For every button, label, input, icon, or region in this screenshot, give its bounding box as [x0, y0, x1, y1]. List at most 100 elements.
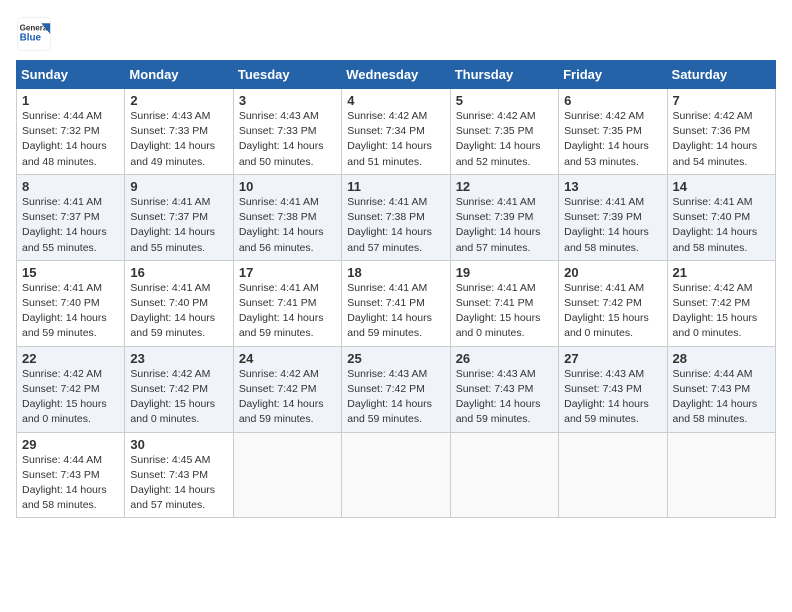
day-number: 19	[456, 265, 553, 280]
day-info: Sunrise: 4:42 AM Sunset: 7:36 PM Dayligh…	[673, 109, 770, 170]
calendar-cell: 26Sunrise: 4:43 AM Sunset: 7:43 PM Dayli…	[450, 346, 558, 432]
day-number: 21	[673, 265, 770, 280]
day-info: Sunrise: 4:43 AM Sunset: 7:33 PM Dayligh…	[130, 109, 227, 170]
calendar-cell: 15Sunrise: 4:41 AM Sunset: 7:40 PM Dayli…	[17, 260, 125, 346]
calendar-cell: 29Sunrise: 4:44 AM Sunset: 7:43 PM Dayli…	[17, 432, 125, 518]
calendar-cell: 7Sunrise: 4:42 AM Sunset: 7:36 PM Daylig…	[667, 89, 775, 175]
calendar-cell: 5Sunrise: 4:42 AM Sunset: 7:35 PM Daylig…	[450, 89, 558, 175]
day-info: Sunrise: 4:41 AM Sunset: 7:39 PM Dayligh…	[456, 195, 553, 256]
calendar-body: 1Sunrise: 4:44 AM Sunset: 7:32 PM Daylig…	[17, 89, 776, 518]
day-number: 15	[22, 265, 119, 280]
day-info: Sunrise: 4:42 AM Sunset: 7:42 PM Dayligh…	[130, 367, 227, 428]
day-number: 18	[347, 265, 444, 280]
calendar-cell: 11Sunrise: 4:41 AM Sunset: 7:38 PM Dayli…	[342, 174, 450, 260]
weekday-friday: Friday	[559, 61, 667, 89]
day-number: 3	[239, 93, 336, 108]
logo: General Blue	[16, 16, 52, 52]
weekday-thursday: Thursday	[450, 61, 558, 89]
day-number: 2	[130, 93, 227, 108]
day-info: Sunrise: 4:41 AM Sunset: 7:40 PM Dayligh…	[673, 195, 770, 256]
calendar-cell: 25Sunrise: 4:43 AM Sunset: 7:42 PM Dayli…	[342, 346, 450, 432]
calendar-week-2: 8Sunrise: 4:41 AM Sunset: 7:37 PM Daylig…	[17, 174, 776, 260]
calendar-cell: 30Sunrise: 4:45 AM Sunset: 7:43 PM Dayli…	[125, 432, 233, 518]
calendar-cell: 16Sunrise: 4:41 AM Sunset: 7:40 PM Dayli…	[125, 260, 233, 346]
day-number: 29	[22, 437, 119, 452]
day-number: 1	[22, 93, 119, 108]
day-number: 20	[564, 265, 661, 280]
weekday-saturday: Saturday	[667, 61, 775, 89]
calendar-cell	[342, 432, 450, 518]
calendar-cell	[233, 432, 341, 518]
weekday-sunday: Sunday	[17, 61, 125, 89]
day-info: Sunrise: 4:42 AM Sunset: 7:35 PM Dayligh…	[564, 109, 661, 170]
calendar-cell: 22Sunrise: 4:42 AM Sunset: 7:42 PM Dayli…	[17, 346, 125, 432]
day-info: Sunrise: 4:42 AM Sunset: 7:42 PM Dayligh…	[673, 281, 770, 342]
calendar-cell: 28Sunrise: 4:44 AM Sunset: 7:43 PM Dayli…	[667, 346, 775, 432]
day-info: Sunrise: 4:44 AM Sunset: 7:32 PM Dayligh…	[22, 109, 119, 170]
calendar-cell: 12Sunrise: 4:41 AM Sunset: 7:39 PM Dayli…	[450, 174, 558, 260]
day-number: 25	[347, 351, 444, 366]
day-number: 24	[239, 351, 336, 366]
calendar-cell: 18Sunrise: 4:41 AM Sunset: 7:41 PM Dayli…	[342, 260, 450, 346]
calendar-cell: 1Sunrise: 4:44 AM Sunset: 7:32 PM Daylig…	[17, 89, 125, 175]
day-info: Sunrise: 4:41 AM Sunset: 7:38 PM Dayligh…	[347, 195, 444, 256]
weekday-monday: Monday	[125, 61, 233, 89]
day-number: 7	[673, 93, 770, 108]
calendar-cell	[559, 432, 667, 518]
day-info: Sunrise: 4:42 AM Sunset: 7:34 PM Dayligh…	[347, 109, 444, 170]
page-header: General Blue	[16, 16, 776, 52]
day-info: Sunrise: 4:41 AM Sunset: 7:40 PM Dayligh…	[22, 281, 119, 342]
calendar-cell: 27Sunrise: 4:43 AM Sunset: 7:43 PM Dayli…	[559, 346, 667, 432]
calendar-cell	[667, 432, 775, 518]
day-info: Sunrise: 4:43 AM Sunset: 7:43 PM Dayligh…	[564, 367, 661, 428]
weekday-header-row: SundayMondayTuesdayWednesdayThursdayFrid…	[17, 61, 776, 89]
day-number: 14	[673, 179, 770, 194]
calendar-cell: 9Sunrise: 4:41 AM Sunset: 7:37 PM Daylig…	[125, 174, 233, 260]
day-info: Sunrise: 4:41 AM Sunset: 7:38 PM Dayligh…	[239, 195, 336, 256]
calendar-cell: 24Sunrise: 4:42 AM Sunset: 7:42 PM Dayli…	[233, 346, 341, 432]
day-info: Sunrise: 4:42 AM Sunset: 7:42 PM Dayligh…	[22, 367, 119, 428]
calendar-cell: 3Sunrise: 4:43 AM Sunset: 7:33 PM Daylig…	[233, 89, 341, 175]
day-number: 13	[564, 179, 661, 194]
day-info: Sunrise: 4:41 AM Sunset: 7:41 PM Dayligh…	[239, 281, 336, 342]
day-info: Sunrise: 4:41 AM Sunset: 7:37 PM Dayligh…	[22, 195, 119, 256]
day-info: Sunrise: 4:41 AM Sunset: 7:41 PM Dayligh…	[456, 281, 553, 342]
calendar-week-3: 15Sunrise: 4:41 AM Sunset: 7:40 PM Dayli…	[17, 260, 776, 346]
day-number: 12	[456, 179, 553, 194]
calendar-week-5: 29Sunrise: 4:44 AM Sunset: 7:43 PM Dayli…	[17, 432, 776, 518]
day-info: Sunrise: 4:43 AM Sunset: 7:33 PM Dayligh…	[239, 109, 336, 170]
calendar-cell: 2Sunrise: 4:43 AM Sunset: 7:33 PM Daylig…	[125, 89, 233, 175]
day-info: Sunrise: 4:44 AM Sunset: 7:43 PM Dayligh…	[22, 453, 119, 514]
day-info: Sunrise: 4:41 AM Sunset: 7:40 PM Dayligh…	[130, 281, 227, 342]
day-info: Sunrise: 4:41 AM Sunset: 7:37 PM Dayligh…	[130, 195, 227, 256]
day-number: 23	[130, 351, 227, 366]
day-number: 5	[456, 93, 553, 108]
logo-icon: General Blue	[16, 16, 52, 52]
day-info: Sunrise: 4:43 AM Sunset: 7:43 PM Dayligh…	[456, 367, 553, 428]
calendar-cell: 21Sunrise: 4:42 AM Sunset: 7:42 PM Dayli…	[667, 260, 775, 346]
weekday-wednesday: Wednesday	[342, 61, 450, 89]
calendar-cell: 19Sunrise: 4:41 AM Sunset: 7:41 PM Dayli…	[450, 260, 558, 346]
calendar-cell: 6Sunrise: 4:42 AM Sunset: 7:35 PM Daylig…	[559, 89, 667, 175]
svg-text:Blue: Blue	[20, 32, 42, 43]
day-info: Sunrise: 4:41 AM Sunset: 7:42 PM Dayligh…	[564, 281, 661, 342]
day-number: 17	[239, 265, 336, 280]
day-info: Sunrise: 4:42 AM Sunset: 7:35 PM Dayligh…	[456, 109, 553, 170]
calendar-cell: 17Sunrise: 4:41 AM Sunset: 7:41 PM Dayli…	[233, 260, 341, 346]
day-number: 16	[130, 265, 227, 280]
day-number: 6	[564, 93, 661, 108]
day-number: 8	[22, 179, 119, 194]
calendar-cell: 13Sunrise: 4:41 AM Sunset: 7:39 PM Dayli…	[559, 174, 667, 260]
calendar-cell: 14Sunrise: 4:41 AM Sunset: 7:40 PM Dayli…	[667, 174, 775, 260]
day-info: Sunrise: 4:41 AM Sunset: 7:41 PM Dayligh…	[347, 281, 444, 342]
calendar-cell	[450, 432, 558, 518]
calendar-week-1: 1Sunrise: 4:44 AM Sunset: 7:32 PM Daylig…	[17, 89, 776, 175]
day-info: Sunrise: 4:42 AM Sunset: 7:42 PM Dayligh…	[239, 367, 336, 428]
calendar-week-4: 22Sunrise: 4:42 AM Sunset: 7:42 PM Dayli…	[17, 346, 776, 432]
day-number: 11	[347, 179, 444, 194]
day-info: Sunrise: 4:45 AM Sunset: 7:43 PM Dayligh…	[130, 453, 227, 514]
day-number: 9	[130, 179, 227, 194]
calendar-cell: 4Sunrise: 4:42 AM Sunset: 7:34 PM Daylig…	[342, 89, 450, 175]
calendar-cell: 10Sunrise: 4:41 AM Sunset: 7:38 PM Dayli…	[233, 174, 341, 260]
calendar-cell: 8Sunrise: 4:41 AM Sunset: 7:37 PM Daylig…	[17, 174, 125, 260]
